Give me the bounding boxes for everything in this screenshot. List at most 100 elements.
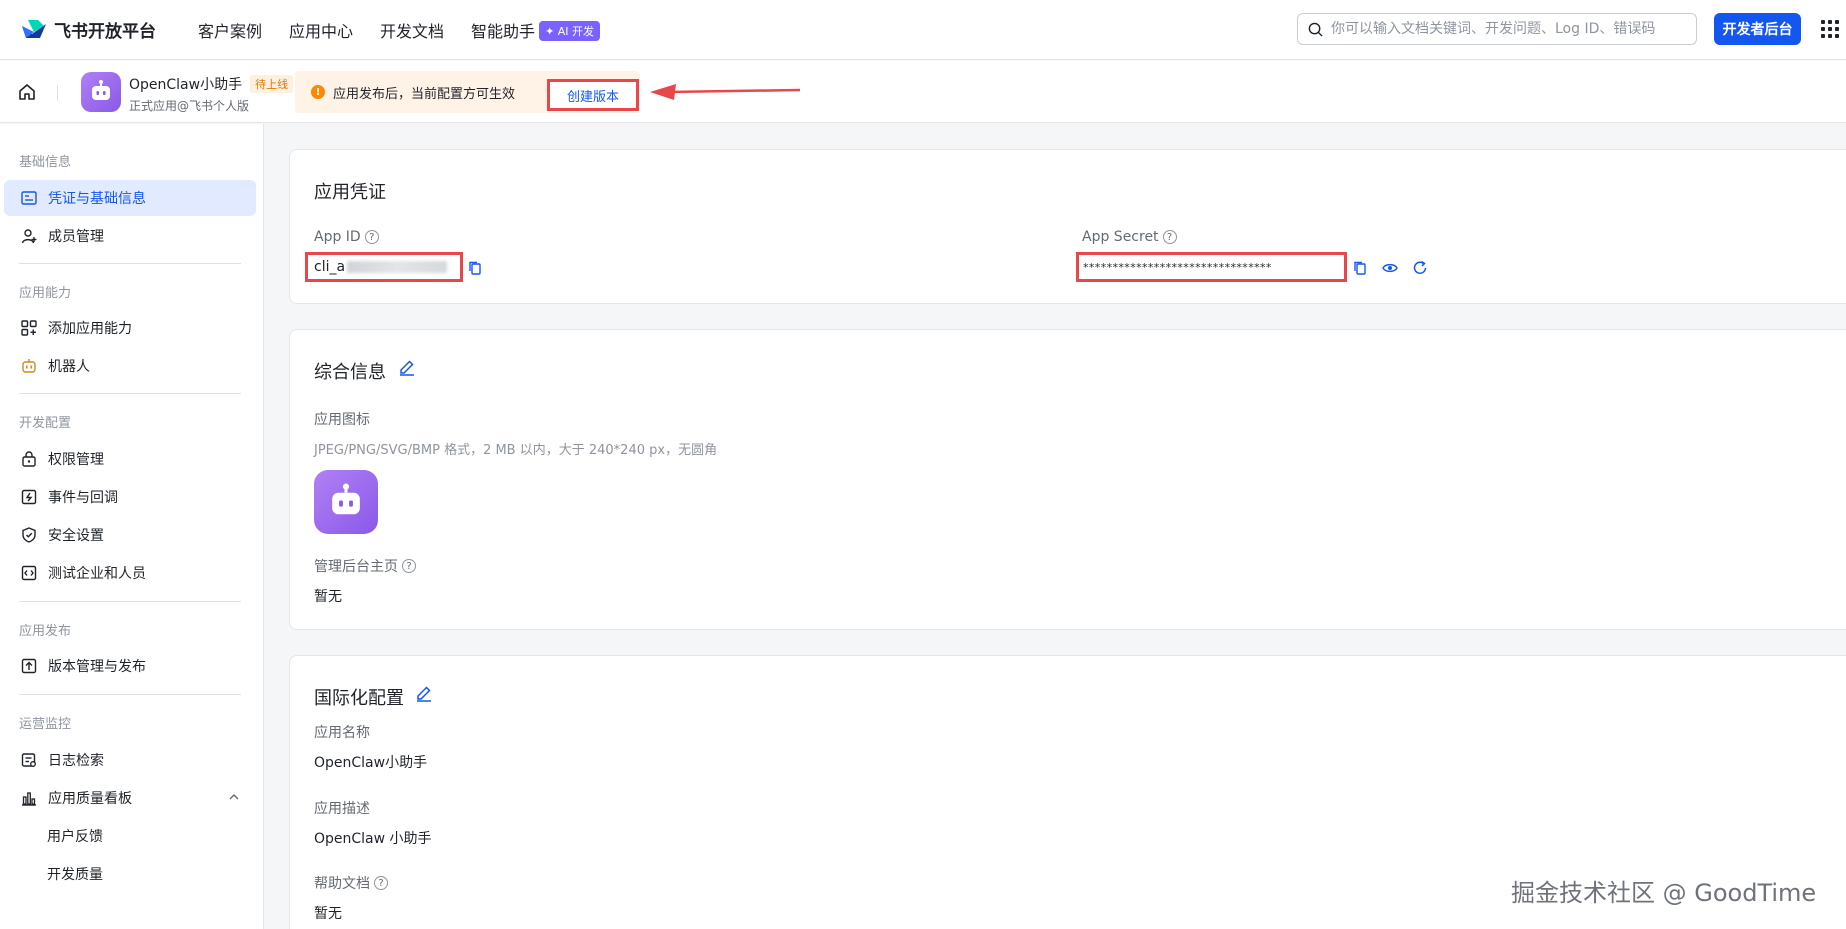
sidebar-item-credentials[interactable]: 凭证与基础信息 bbox=[4, 180, 256, 216]
nav-customer-cases[interactable]: 客户案例 bbox=[198, 18, 262, 42]
search-box[interactable] bbox=[1297, 13, 1697, 45]
sidebar-item-quality-board[interactable]: 应用质量看板 bbox=[4, 780, 256, 816]
brand-name: 飞书开放平台 bbox=[54, 22, 156, 42]
app-name-label: 应用名称 bbox=[314, 725, 370, 741]
sidebar-item-label: 开发质量 bbox=[47, 867, 103, 883]
app-icon-image[interactable] bbox=[314, 470, 378, 534]
sidebar-item-label: 日志检索 bbox=[48, 753, 104, 769]
app-name-value: OpenClaw小助手 bbox=[314, 755, 428, 771]
app-header: OpenClaw小助手 待上线 正式应用@飞书个人版 ! 应用发布后，当前配置方可… bbox=[0, 61, 1846, 123]
sidebar-item-robot[interactable]: 机器人 bbox=[4, 348, 256, 384]
nav-app-center[interactable]: 应用中心 bbox=[289, 18, 353, 42]
copy-icon[interactable] bbox=[1352, 260, 1368, 276]
app-desc-label: 应用描述 bbox=[314, 801, 370, 817]
sidebar-item-members[interactable]: 成员管理 bbox=[4, 218, 256, 254]
nav-ai-assistant[interactable]: 智能助手 ✦ AI 开发 bbox=[471, 18, 601, 42]
notice-text: 应用发布后，当前配置方可生效 bbox=[333, 86, 516, 102]
warning-icon: ! bbox=[311, 85, 325, 99]
credentials-title: 应用凭证 bbox=[314, 182, 386, 203]
chevron-up-icon[interactable] bbox=[228, 791, 240, 803]
sidebar-item-label: 事件与回调 bbox=[48, 490, 118, 506]
status-badge: 待上线 bbox=[250, 75, 294, 93]
general-info-card: 综合信息 应用图标 JPEG/PNG/SVG/BMP 格式，2 MB 以内，大于… bbox=[289, 329, 1846, 630]
sidebar-item-label: 机器人 bbox=[48, 359, 90, 375]
sidebar-section-dev-config: 开发配置 bbox=[19, 416, 72, 431]
divider bbox=[19, 694, 241, 695]
edit-icon[interactable] bbox=[415, 684, 433, 702]
sidebar-item-label: 用户反馈 bbox=[47, 829, 103, 845]
app-secret-value: ******************************** bbox=[1083, 260, 1272, 274]
app-grid-icon[interactable] bbox=[1821, 20, 1839, 38]
sidebar-section-release: 应用发布 bbox=[19, 624, 72, 639]
home-icon[interactable] bbox=[17, 82, 37, 102]
app-id-label: App ID ? bbox=[314, 229, 379, 245]
help-icon[interactable]: ? bbox=[364, 230, 379, 244]
sidebar-item-logs[interactable]: 日志检索 bbox=[4, 742, 256, 778]
feishu-logo-icon bbox=[22, 19, 46, 38]
sidebar-item-label: 凭证与基础信息 bbox=[48, 191, 146, 207]
refresh-icon[interactable] bbox=[1412, 260, 1428, 276]
red-arrow-annotation bbox=[650, 84, 801, 100]
sidebar-item-user-feedback[interactable]: 用户反馈 bbox=[4, 818, 256, 854]
redacted-blur bbox=[347, 261, 448, 273]
robot-icon bbox=[20, 357, 38, 375]
search-icon bbox=[1308, 22, 1323, 37]
edit-icon[interactable] bbox=[398, 358, 416, 376]
app-subtitle: 正式应用@飞书个人版 bbox=[129, 99, 250, 113]
sidebar-item-add-capability[interactable]: 添加应用能力 bbox=[4, 310, 256, 346]
eye-icon[interactable] bbox=[1382, 260, 1398, 276]
app-id-field[interactable]: cli_a bbox=[305, 252, 463, 282]
help-doc-label: 帮助文档 ? bbox=[314, 873, 388, 893]
sidebar-item-test-org[interactable]: 测试企业和人员 bbox=[4, 555, 256, 591]
admin-home-label-text: 管理后台主页 bbox=[314, 559, 398, 575]
app-avatar bbox=[81, 72, 121, 112]
brand-logo[interactable]: 飞书开放平台 bbox=[20, 17, 156, 42]
help-icon[interactable]: ? bbox=[374, 876, 388, 890]
nav-ai-assistant-label: 智能助手 bbox=[471, 21, 536, 41]
robot-avatar-icon bbox=[92, 80, 110, 100]
app-name-text: OpenClaw小助手 bbox=[129, 77, 243, 93]
sidebar-item-label: 安全设置 bbox=[48, 528, 104, 544]
credential-icon bbox=[20, 189, 38, 207]
sidebar-item-label: 版本管理与发布 bbox=[48, 659, 146, 675]
help-icon[interactable]: ? bbox=[402, 559, 416, 573]
app-id-label-text: App ID bbox=[314, 229, 361, 245]
apps-add-icon bbox=[20, 319, 38, 337]
app-secret-label: App Secret ? bbox=[1082, 229, 1177, 245]
ai-dev-badge: ✦ AI 开发 bbox=[539, 20, 601, 41]
app-name: OpenClaw小助手 待上线 bbox=[129, 74, 294, 94]
sidebar-item-versions[interactable]: 版本管理与发布 bbox=[4, 648, 256, 684]
sidebar-section-basic: 基础信息 bbox=[19, 155, 72, 170]
admin-home-value: 暂无 bbox=[314, 589, 342, 605]
divider bbox=[57, 85, 58, 101]
divider bbox=[19, 393, 241, 394]
help-icon[interactable]: ? bbox=[1162, 230, 1177, 244]
sidebar-item-label: 测试企业和人员 bbox=[48, 566, 146, 582]
developer-console-button[interactable]: 开发者后台 bbox=[1714, 13, 1801, 45]
app-id-value: cli_a bbox=[314, 259, 346, 275]
watermark: 掘金技术社区 @ GoodTime bbox=[1511, 879, 1817, 907]
sidebar-item-security[interactable]: 安全设置 bbox=[4, 517, 256, 553]
sidebar-section-ops: 运营监控 bbox=[19, 717, 72, 732]
sidebar-item-dev-quality[interactable]: 开发质量 bbox=[4, 856, 256, 892]
credentials-card: 应用凭证 App ID ? cli_a App Secret ? *******… bbox=[289, 149, 1846, 304]
app-secret-label-text: App Secret bbox=[1082, 229, 1159, 245]
help-doc-value: 暂无 bbox=[314, 906, 342, 922]
robot-avatar-icon bbox=[332, 483, 360, 515]
sidebar-item-events[interactable]: 事件与回调 bbox=[4, 479, 256, 515]
lock-icon bbox=[20, 450, 38, 468]
app-desc-value: OpenClaw 小助手 bbox=[314, 831, 432, 847]
nav-dev-docs[interactable]: 开发文档 bbox=[380, 18, 444, 42]
sidebar-item-label: 权限管理 bbox=[48, 452, 104, 468]
event-icon bbox=[20, 488, 38, 506]
divider bbox=[19, 601, 241, 602]
search-input[interactable] bbox=[1331, 21, 1671, 37]
sidebar: 基础信息 凭证与基础信息 成员管理 应用能力 添加应用能力 机器人 开发配置 权… bbox=[0, 124, 264, 929]
copy-icon[interactable] bbox=[467, 260, 483, 276]
create-version-button[interactable]: 创建版本 bbox=[547, 79, 639, 111]
user-add-icon bbox=[20, 227, 38, 245]
chart-icon bbox=[20, 789, 38, 807]
sidebar-item-label: 成员管理 bbox=[48, 229, 104, 245]
app-secret-field[interactable]: ******************************** bbox=[1076, 252, 1347, 282]
sidebar-item-permissions[interactable]: 权限管理 bbox=[4, 441, 256, 477]
